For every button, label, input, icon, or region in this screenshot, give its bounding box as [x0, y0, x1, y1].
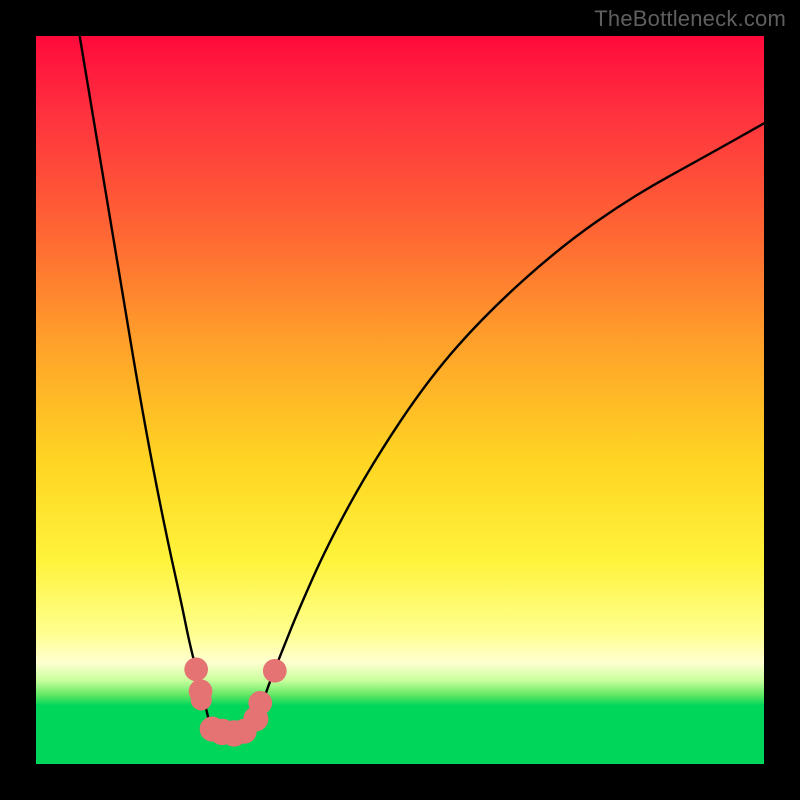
highlight-dot [248, 691, 272, 715]
watermark-text: TheBottleneck.com [594, 6, 786, 32]
bottleneck-curves [80, 36, 764, 728]
curve-right-branch [254, 123, 764, 727]
chart-frame: TheBottleneck.com [0, 0, 800, 800]
highlight-dots [184, 658, 286, 747]
highlight-dot [184, 658, 208, 682]
highlight-dot [263, 659, 287, 683]
plot-area [36, 36, 764, 764]
highlight-dot [191, 689, 212, 710]
curve-layer [36, 36, 764, 764]
curve-left-branch [80, 36, 211, 728]
